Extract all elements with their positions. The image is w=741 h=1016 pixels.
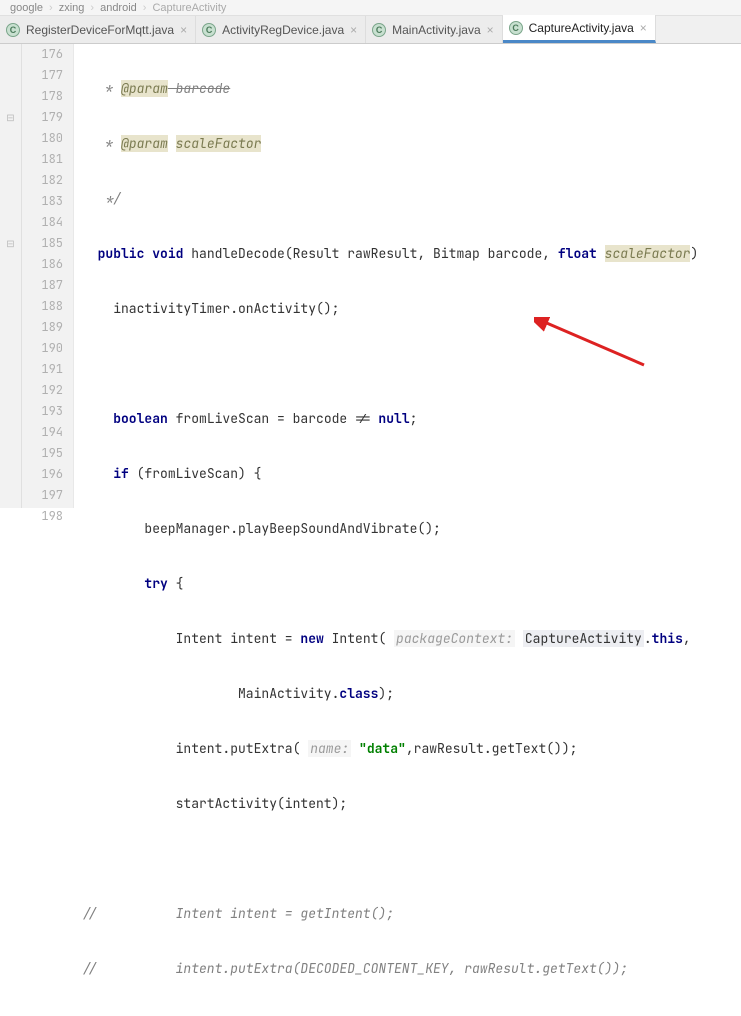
line-number: 191: [22, 359, 63, 380]
line-gutter: 176 177 178 179 180 181 182 183 184 185 …: [22, 44, 74, 508]
line-number: 193: [22, 401, 63, 422]
line-number: 184: [22, 212, 63, 233]
line-number: 185: [22, 233, 63, 254]
tab-label: CaptureActivity.java: [529, 21, 634, 35]
line-number: 176: [22, 44, 63, 65]
crumb-google[interactable]: google: [10, 2, 43, 14]
line-number: 186: [22, 254, 63, 275]
crumb-android[interactable]: android: [100, 2, 137, 14]
line-number: 183: [22, 191, 63, 212]
tab-bar: C RegisterDeviceForMqtt.java × C Activit…: [0, 16, 741, 44]
line-number: 182: [22, 170, 63, 191]
line-number: 196: [22, 464, 63, 485]
crumb-class[interactable]: CaptureActivity: [152, 2, 226, 14]
line-number: 180: [22, 128, 63, 149]
tab-label: MainActivity.java: [392, 23, 480, 37]
line-number: 195: [22, 443, 63, 464]
line-number: 189: [22, 317, 63, 338]
tab-main-activity[interactable]: C MainActivity.java ×: [366, 16, 503, 43]
fold-marker[interactable]: ⊟: [0, 107, 21, 128]
close-icon[interactable]: ×: [180, 24, 187, 36]
line-number: 194: [22, 422, 63, 443]
line-number: 188: [22, 296, 63, 317]
line-number: 190: [22, 338, 63, 359]
tab-register-device[interactable]: C RegisterDeviceForMqtt.java ×: [0, 16, 196, 43]
code-area[interactable]: * @param barcode * @param scaleFactor */…: [74, 44, 741, 508]
line-number: 192: [22, 380, 63, 401]
java-class-icon: C: [372, 23, 386, 37]
java-class-icon: C: [202, 23, 216, 37]
close-icon[interactable]: ×: [640, 22, 647, 34]
close-icon[interactable]: ×: [350, 24, 357, 36]
close-icon[interactable]: ×: [487, 24, 494, 36]
crumb-zxing[interactable]: zxing: [59, 2, 85, 14]
line-number: 197: [22, 485, 63, 506]
line-number: 178: [22, 86, 63, 107]
java-class-icon: C: [509, 21, 523, 35]
line-number: 179: [22, 107, 63, 128]
tab-activity-reg[interactable]: C ActivityRegDevice.java ×: [196, 16, 366, 43]
tab-label: RegisterDeviceForMqtt.java: [26, 23, 174, 37]
line-number: 187: [22, 275, 63, 296]
line-number: 181: [22, 149, 63, 170]
fold-marker[interactable]: ⊟: [0, 233, 21, 254]
breadcrumb: google› zxing› android› CaptureActivity: [0, 0, 741, 16]
tab-capture-activity[interactable]: C CaptureActivity.java ×: [503, 15, 656, 43]
code-editor[interactable]: ⊟⊟ 176 177 178 179 180 181 182 183 184 1…: [0, 44, 741, 508]
line-number: 198: [22, 506, 63, 527]
java-class-icon: C: [6, 23, 20, 37]
line-number: 177: [22, 65, 63, 86]
fold-column: ⊟⊟: [0, 44, 22, 508]
tab-label: ActivityRegDevice.java: [222, 23, 344, 37]
